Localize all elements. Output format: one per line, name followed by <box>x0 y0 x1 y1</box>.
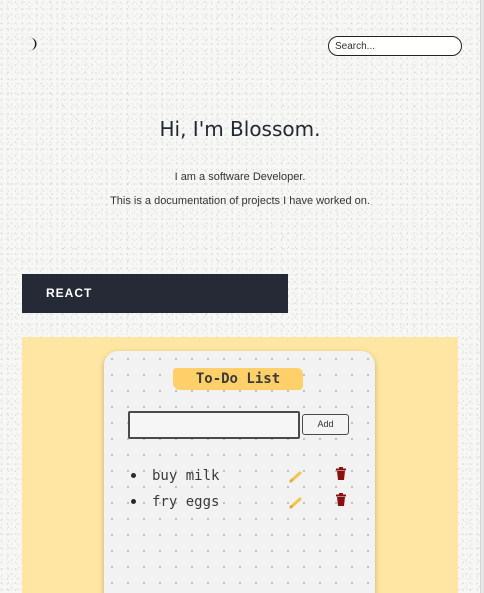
scrollbar-track[interactable] <box>480 0 484 593</box>
section-header-react: REACT <box>22 274 288 313</box>
todo-item-text: buy milk <box>152 468 220 484</box>
pencil-icon <box>288 494 304 510</box>
moon-icon[interactable] <box>24 36 40 52</box>
todo-add-button: Add <box>302 414 349 435</box>
bullet-icon <box>131 473 136 478</box>
bullet-icon <box>131 499 136 504</box>
pencil-icon <box>288 468 304 484</box>
page-title: Hi, I'm Blossom. <box>159 117 321 141</box>
project-preview-image[interactable]: To-Do List Add buy milk fry eggs <box>22 337 458 593</box>
todo-title: To-Do List <box>173 368 303 390</box>
hero-subtitle: I am a software Developer. <box>174 171 306 183</box>
todo-list-item: buy milk <box>128 466 358 486</box>
todo-card: To-Do List Add buy milk fry eggs <box>104 351 375 593</box>
todo-item-text: fry eggs <box>152 494 220 510</box>
search-input[interactable] <box>328 36 462 56</box>
trash-icon <box>335 493 347 507</box>
hero-description: This is a documentation of projects I ha… <box>110 195 370 207</box>
todo-list-item: fry eggs <box>128 492 358 512</box>
todo-input-field <box>128 411 300 439</box>
trash-icon <box>335 467 347 481</box>
